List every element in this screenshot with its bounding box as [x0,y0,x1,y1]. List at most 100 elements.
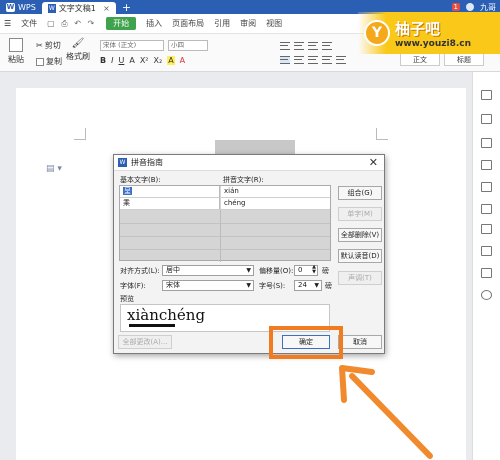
copy-icon [36,57,44,66]
base-text-cell[interactable]: 呈 [120,186,220,198]
dialog-title: 拼音指南 [131,158,163,167]
font-size-select[interactable]: 小四 [168,40,208,51]
document-tab[interactable]: W 文字文稿1 × [41,2,116,14]
align-select[interactable]: 居中 ▼ [162,265,254,276]
font-name-select[interactable]: 宋体 (正文) [100,40,164,51]
bold-button[interactable]: B [100,56,106,65]
menu-reference[interactable]: 引用 [214,18,230,29]
format-painter-button[interactable]: 🖌 格式刷 [66,38,90,62]
menu-view[interactable]: 视图 [266,18,282,29]
font-label: 字体(F): [120,282,146,290]
paste-label: 粘贴 [8,55,24,64]
grid-row: 呈 xián [120,186,330,198]
cut-label: 剪切 [44,41,61,50]
user-avatar[interactable] [466,3,474,11]
sidebar-share-icon[interactable] [481,182,492,192]
distributed-icon[interactable] [336,56,346,64]
align-right-icon[interactable] [308,56,318,64]
font-select[interactable]: 宋体 ▼ [162,280,254,291]
menu-review[interactable]: 审阅 [240,18,256,29]
group-button[interactable]: 组合(G) [338,186,382,200]
preview-label: 预览 [120,295,134,303]
indent-icon[interactable] [322,42,332,50]
align-left-icon[interactable] [280,56,290,64]
sidebar-gallery-icon[interactable] [481,268,492,278]
preview-pinyin: xiànchéng [127,306,206,324]
format-buttons: B I U A X² X₂ A A [100,56,185,65]
chevron-down-icon: ▼ [246,282,251,289]
clear-all-button[interactable]: 全部删除(V) [338,228,382,242]
font-value: 宋体 [166,281,180,289]
phonetic-guide-dialog: W 拼音指南 ✕ 基本文字(B): 拼音文字(R): 呈 xián 乘 chén… [113,154,385,359]
margin-corner-tr [376,128,388,140]
right-sidebar [472,72,500,460]
sidebar-format-icon[interactable] [481,160,492,170]
align-value: 居中 [166,266,180,274]
highlight-button[interactable]: A [167,56,175,65]
sidebar-image-icon[interactable] [481,246,492,256]
pinyin-grid: 呈 xián 乘 chéng [119,185,331,262]
menu-file[interactable]: 文件 [21,18,37,29]
bullet-list-icon[interactable] [280,42,290,50]
notification-badge[interactable]: 1 [451,3,460,11]
menu-insert[interactable]: 插入 [146,18,162,29]
paragraph-layout-icon[interactable]: ▤ ▾ [46,164,62,174]
menu-page-layout[interactable]: 页面布局 [172,18,204,29]
cancel-button[interactable]: 取消 [338,335,382,349]
size-label: 字号(S): [259,282,286,290]
sidebar-table-icon[interactable] [481,224,492,234]
preview-characters [129,324,175,331]
base-text-label: 基本文字(B): [120,176,161,184]
help-icon[interactable] [481,290,492,300]
sidebar-layout-icon[interactable] [481,204,492,214]
justify-icon[interactable] [322,56,332,64]
align-buttons [280,56,346,64]
sidebar-select-icon[interactable] [481,90,492,100]
watermark-title: 柚子吧 [395,19,441,38]
user-name[interactable]: 九哥 [480,2,496,13]
sidebar-edit-icon[interactable] [481,114,492,124]
format-painter-label: 格式刷 [66,52,90,61]
strike-button[interactable]: A [129,56,134,65]
sidebar-style-icon[interactable] [481,138,492,148]
cut-button[interactable]: ✂ 剪切 [36,40,61,51]
hamburger-icon[interactable]: ☰ [4,19,11,28]
grid-line [120,223,330,224]
quick-access-icons[interactable]: ▢ ⎙ ↶ ↷ [47,19,96,29]
number-list-icon[interactable] [294,42,304,50]
list-buttons [280,42,332,50]
brush-icon: 🖌 [71,38,85,49]
copy-button[interactable]: 复制 [36,56,62,67]
document-icon: W [47,3,56,13]
offset-value: 0 [298,266,303,274]
close-icon[interactable]: ✕ [369,156,378,169]
grid-row: 乘 chéng [120,198,330,210]
dialog-title-bar: W 拼音指南 ✕ [114,155,384,171]
underline-button[interactable]: U [118,56,124,65]
close-tab-icon[interactable]: × [103,4,110,13]
size-select[interactable]: 24 ▼ [294,280,322,291]
superscript-button[interactable]: X² [140,56,149,65]
tone-button[interactable]: 声调(T) [338,271,382,285]
italic-button[interactable]: I [111,56,113,65]
single-char-button[interactable]: 单字(M) [338,207,382,221]
change-all-button[interactable]: 全部更改(A)... [118,335,172,349]
menu-home[interactable]: 开始 [106,17,137,30]
wps-home-tab[interactable]: W WPS [0,0,42,14]
base-text-cell[interactable]: 乘 [120,198,220,210]
spinner-arrows-icon[interactable]: ▲ ▼ [312,265,316,275]
pinyin-text-cell[interactable]: chéng [221,198,330,210]
default-reading-button[interactable]: 默认读音(D) [338,249,382,263]
watermark-url: www.youzi8.cn [395,38,471,49]
subscript-button[interactable]: X₂ [154,56,163,65]
paste-icon [9,38,23,52]
align-center-icon[interactable] [294,56,304,64]
offset-spinner[interactable]: 0 ▲ ▼ [294,265,318,276]
offset-unit: 磅 [322,267,329,275]
outdent-icon[interactable] [308,42,318,50]
pinyin-text-cell[interactable]: xián [221,186,330,198]
font-color-button[interactable]: A [180,56,185,65]
paste-button[interactable]: 粘贴 [8,38,24,65]
new-tab-button[interactable]: + [116,1,137,14]
offset-label: 偏移量(O): [259,267,294,275]
